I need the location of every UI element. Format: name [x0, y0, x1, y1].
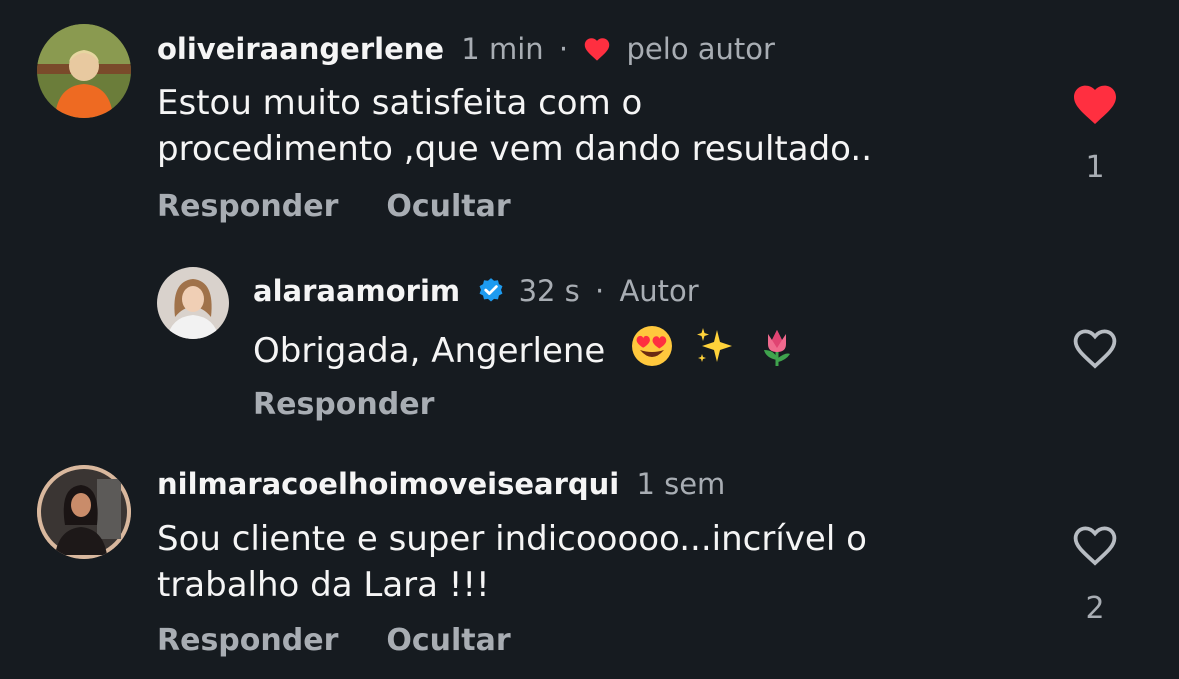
avatar[interactable]	[37, 465, 131, 559]
comment-text-line: Estou muito satisfeita com o	[157, 83, 643, 123]
username[interactable]: oliveiraangerlene	[157, 32, 444, 66]
heart-eyes-emoji-icon	[630, 324, 674, 380]
like-control	[1070, 326, 1120, 374]
heart-outline-icon[interactable]	[1070, 326, 1120, 374]
author-liked-heart-icon	[583, 34, 611, 70]
avatar[interactable]	[37, 24, 131, 118]
hide-button[interactable]: Ocultar	[386, 189, 510, 224]
sparkles-emoji-icon	[693, 324, 737, 380]
comment-header: alaraamorim 32 s · Autor	[253, 273, 699, 313]
comment-text: Obrigada, Angerlene	[253, 324, 1033, 380]
comment-actions: Responder Ocultar	[157, 623, 559, 658]
verified-badge-icon	[477, 277, 505, 313]
comment-text-line: Sou cliente e super indicooooo...incríve…	[157, 519, 867, 559]
separator-dot: ·	[595, 274, 605, 308]
reply-button[interactable]: Responder	[253, 387, 434, 422]
username[interactable]: alaraamorim	[253, 274, 460, 308]
like-count[interactable]: 2	[1085, 591, 1104, 626]
like-control: 2	[1070, 523, 1120, 626]
timestamp: 1 min	[461, 32, 544, 66]
like-control: 1	[1070, 82, 1120, 185]
username[interactable]: nilmaracoelhoimoveisearqui	[157, 467, 619, 501]
comment-actions: Responder	[253, 387, 482, 422]
comment-header: oliveiraangerlene 1 min · pelo autor	[157, 31, 775, 70]
comment-text-line: trabalho da Lara !!!	[157, 565, 490, 605]
heart-outline-icon[interactable]	[1070, 523, 1120, 571]
reply-button[interactable]: Responder	[157, 189, 338, 224]
comment-text-line: Obrigada, Angerlene	[253, 331, 606, 371]
comment-text-line: procedimento ,que vem dando resultado..	[157, 129, 872, 169]
separator-dot: ·	[558, 32, 569, 66]
reply-button[interactable]: Responder	[157, 623, 338, 658]
comment-text: Sou cliente e super indicooooo...incríve…	[157, 516, 1037, 608]
like-count[interactable]: 1	[1085, 150, 1104, 185]
timestamp: 32 s	[518, 274, 580, 308]
author-like-label: pelo autor	[626, 32, 775, 66]
hide-button[interactable]: Ocultar	[386, 623, 510, 658]
heart-filled-icon[interactable]	[1070, 82, 1120, 130]
author-tag: Autor	[619, 274, 699, 308]
comment-text: Estou muito satisfeita com o procediment…	[157, 80, 1037, 172]
avatar[interactable]	[157, 267, 229, 339]
comment-header: nilmaracoelhoimoveisearqui 1 sem	[157, 466, 725, 502]
timestamp: 1 sem	[636, 467, 726, 501]
comment-actions: Responder Ocultar	[157, 189, 559, 224]
tulip-emoji-icon	[756, 324, 800, 380]
